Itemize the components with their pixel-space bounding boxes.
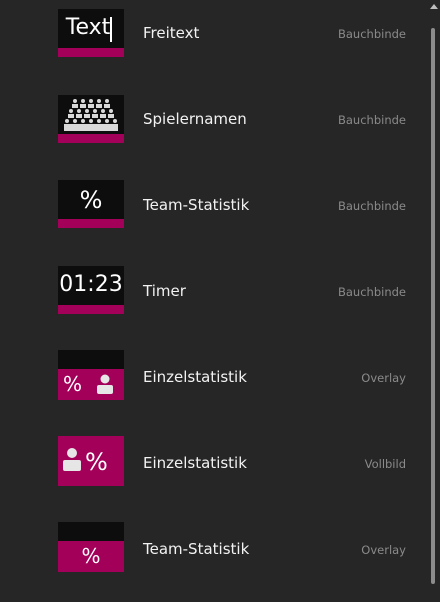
item-label: Team-Statistik [143,540,250,558]
timer-thumbnail: 01:23 [58,266,124,314]
thumb-accent-bar [58,48,124,57]
item-label: Spielernamen [143,110,247,128]
scroll-up-arrow-icon[interactable] [430,4,438,9]
item-type: Bauchbinde [338,27,406,41]
item-type: Bauchbinde [338,199,406,213]
item-label: Einzelstatistik [143,368,247,386]
list-item-freitext[interactable]: Text Freitext Bauchbinde [0,0,428,86]
list-item-timer[interactable]: 01:23 Timer Bauchbinde [0,258,428,344]
percent-icon: % [79,186,103,214]
item-type: Overlay [361,543,406,557]
spielernamen-thumbnail [58,95,124,143]
graphics-template-list: Text Freitext Bauchbinde Spielernamen Ba… [0,0,428,584]
item-label: Timer [143,282,186,300]
list-item-einzelstatistik-overlay[interactable]: % Einzelstatistik Overlay [0,344,428,430]
thumb-accent-bar [58,305,124,314]
percent-icon: % [85,448,108,476]
vertical-scrollbar[interactable] [428,0,440,584]
list-item-team-statistik-bauchbinde[interactable]: % Team-Statistik Bauchbinde [0,172,428,258]
timer-icon: 01:23 [59,272,123,297]
item-label: Team-Statistik [143,196,250,214]
team-statistik-thumbnail: % [58,180,124,228]
text-cursor-icon: Text [65,15,111,40]
thumb-accent-bar [58,219,124,228]
thumb-accent-bar [58,134,124,143]
scrollbar-thumb[interactable] [431,28,435,584]
einzelstatistik-overlay-thumbnail: % [58,350,124,400]
freitext-thumbnail: Text [58,9,124,57]
person-icon [97,374,113,394]
item-type: Vollbild [364,457,406,471]
item-label: Einzelstatistik [143,454,247,472]
list-item-spielernamen[interactable]: Spielernamen Bauchbinde [0,86,428,172]
team-statistik-overlay-thumbnail: % [58,522,124,572]
item-type: Bauchbinde [338,113,406,127]
einzelstatistik-vollbild-thumbnail: % [58,436,124,486]
item-label: Freitext [143,24,200,42]
cursor-icon [110,17,112,42]
item-type: Overlay [361,371,406,385]
item-type: Bauchbinde [338,285,406,299]
list-item-einzelstatistik-vollbild[interactable]: % Einzelstatistik Vollbild [0,430,428,516]
list-item-team-statistik-overlay[interactable]: % Team-Statistik Overlay [0,516,428,602]
percent-icon: % [81,544,101,568]
